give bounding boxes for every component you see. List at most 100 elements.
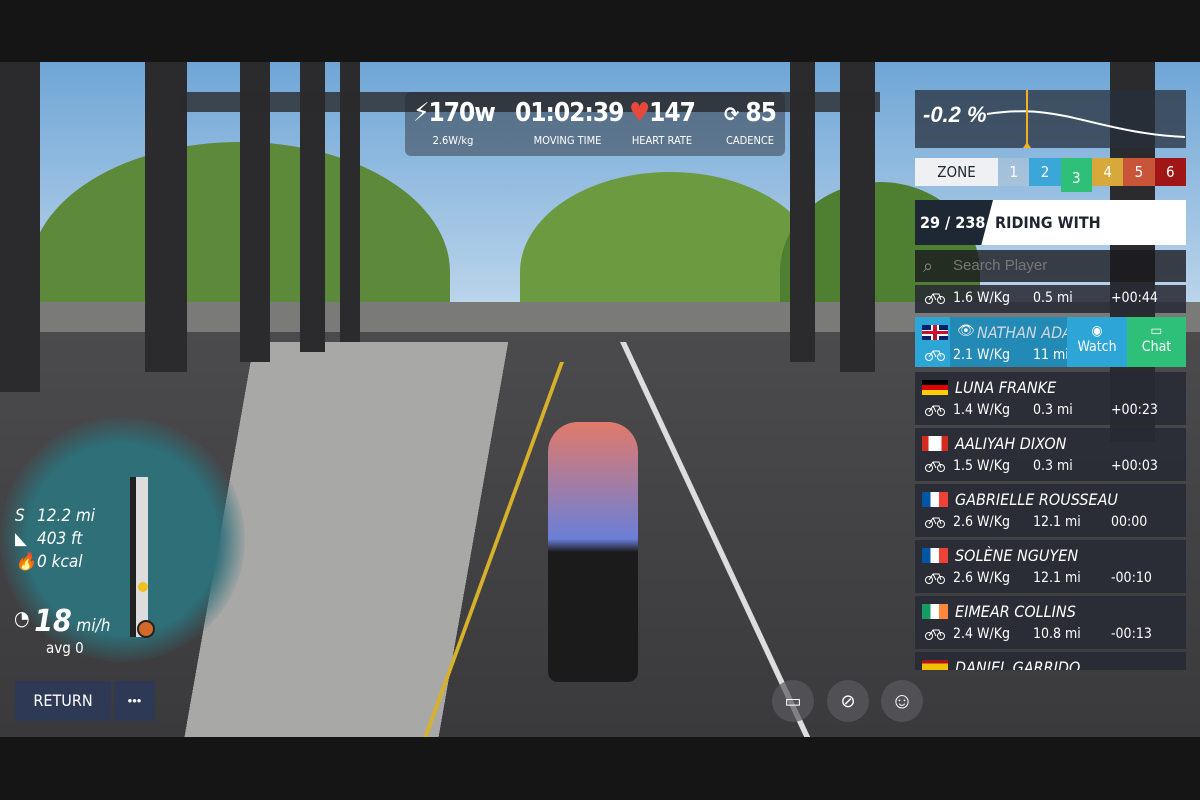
more-button[interactable]: ••• [114, 681, 155, 721]
chat-button[interactable]: ▭ [772, 680, 814, 722]
emoji-button[interactable]: ☺ [881, 680, 923, 722]
rider-wkg: 1.5 W/Kg [953, 458, 1010, 474]
flag-fr-icon [922, 548, 948, 563]
chat-icon: ▭ [784, 691, 802, 711]
distance-icon: S [15, 506, 25, 526]
zone-2: 2 [1029, 158, 1061, 186]
bike-icon [925, 629, 945, 640]
rider-row[interactable]: AALIYAH DIXON 1.5 W/Kg 0.3 mi +00:03 [915, 428, 1186, 481]
calories-icon: 🔥 [15, 552, 37, 572]
flag-ie-icon [922, 604, 948, 619]
bike-icon [925, 517, 945, 528]
bike-icon [925, 405, 945, 416]
search-player-input[interactable]: ⌕ Search Player [915, 250, 1186, 282]
speedometer-icon: ◔ [14, 606, 30, 630]
rider-name: DANIEL GARRIDO [955, 658, 1081, 670]
rider-row[interactable]: EIMEAR COLLINS 2.4 W/Kg 10.8 mi -00:13 [915, 596, 1186, 649]
flag-de-icon [922, 380, 948, 395]
cyclist-avatar [548, 422, 638, 682]
ride-stats: S 12.2 mi ◣ 403 ft 🔥0 kcal [15, 505, 95, 574]
watch-label: Watch [1077, 339, 1117, 355]
grade-profile: -0.2 % [915, 90, 1186, 148]
bike-icon [925, 293, 945, 304]
elevation-value: 403 ft [37, 529, 83, 549]
rider-distance: 10.8 mi [1033, 626, 1081, 642]
bike-icon [925, 573, 945, 584]
mic-off-icon: ⊘ [840, 691, 856, 711]
metrics-bar: ⚡170w 2.6W/kg 01:02:39 MOVING TIME ♥147 HEA… [405, 92, 785, 156]
rider-wkg: 2.6 W/Kg [953, 514, 1010, 530]
search-placeholder: Search Player [953, 257, 1048, 274]
zone-3: 3 [1060, 158, 1092, 192]
eye-icon: ◉ [1091, 323, 1103, 339]
rider-wkg: 2.6 W/Kg [953, 570, 1010, 586]
cadence-value: 85 [745, 98, 777, 128]
riding-with-header: 29 / 238 RIDING WITH [915, 200, 1186, 245]
rider-wkg: 2.1 W/Kg [953, 347, 1010, 363]
rider-distance: 0.3 mi [1033, 458, 1073, 474]
rider-wkg: 1.4 W/Kg [953, 402, 1010, 418]
smiley-icon: ☺ [890, 688, 914, 713]
avg-speed: avg 0 [46, 639, 84, 657]
rider-wkg: 2.4 W/Kg [953, 626, 1010, 642]
zone-5: 5 [1123, 158, 1155, 186]
rider-row[interactable]: 1.6 W/Kg 0.5 mi +00:44 [915, 285, 1186, 313]
eye-icon: 👁 [957, 323, 975, 339]
zone-6: 6 [1154, 158, 1186, 186]
flag-gb-icon [922, 325, 948, 340]
zone-1: 1 [998, 158, 1030, 186]
rider-gap: -00:10 [1111, 570, 1152, 586]
search-icon: ⌕ [923, 256, 934, 276]
moving-time-value: 01:02:39 [515, 98, 624, 128]
heart-icon: ♥ [629, 98, 650, 128]
bike-icon [925, 350, 945, 361]
rider-position: 29 / 238 [915, 200, 993, 245]
rider-gap: -00:13 [1111, 626, 1152, 642]
rider-name: AALIYAH DIXON [955, 434, 1067, 453]
rider-wkg: 1.6 W/Kg [953, 290, 1010, 306]
flag-es-icon [922, 660, 948, 670]
rider-row[interactable]: GABRIELLE ROUSSEAU 2.6 W/Kg 12.1 mi 00:00 [915, 484, 1186, 537]
elevation-icon: ◣ [15, 529, 27, 549]
watch-button[interactable]: ◉ Watch [1067, 317, 1127, 367]
rider-distance: 0.5 mi [1033, 290, 1073, 306]
rider-row[interactable]: SOLÈNE NGUYEN 2.6 W/Kg 12.1 mi -00:10 [915, 540, 1186, 593]
rider-name: SOLÈNE NGUYEN [955, 546, 1079, 565]
chat-rider-button[interactable]: ▭ Chat [1127, 317, 1186, 367]
rider-gap: 00:00 [1111, 514, 1148, 530]
rider-name: LUNA FRANKE [955, 378, 1057, 397]
bike-icon [925, 461, 945, 472]
zone-label: ZONE [915, 158, 998, 186]
moving-time-label: MOVING TIME [533, 134, 602, 147]
letterbox-bottom [0, 737, 1200, 800]
flag-fr-icon [922, 492, 948, 507]
cadence-icon: ⟳ [724, 102, 739, 126]
riding-with-title: RIDING WITH [995, 213, 1101, 232]
rider-name: GABRIELLE ROUSSEAU [955, 490, 1118, 509]
chat-icon: ▭ [1150, 323, 1163, 339]
return-button[interactable]: RETURN [15, 681, 111, 721]
rider-name: EIMEAR COLLINS [955, 602, 1076, 621]
calories-value: 0 kcal [37, 552, 83, 572]
rider-distance: 0.3 mi [1033, 402, 1073, 418]
heart-rate-label: HEART RATE [631, 134, 693, 147]
rider-gap: +00:03 [1111, 458, 1158, 474]
wkg-value: 2.6W/kg [432, 134, 474, 147]
rider-row[interactable]: LUNA FRANKE 1.4 W/Kg 0.3 mi +00:23 [915, 372, 1186, 425]
speed-value: 18 [34, 604, 72, 639]
heart-rate-value: 147 [649, 98, 696, 128]
chat-label: Chat [1141, 339, 1172, 355]
rider-distance: 12.1 mi [1033, 570, 1081, 586]
rider-gap: +00:23 [1111, 402, 1158, 418]
rider-gap: +00:44 [1111, 290, 1158, 306]
rider-row[interactable]: DANIEL GARRIDO [915, 652, 1186, 670]
flag-ca-icon [922, 436, 948, 451]
rider-row[interactable]: NATHAN ADAM 2.1 W/Kg 11 mi 👁 ◉ Watch ▭ Chat [915, 317, 1186, 367]
cadence-label: CADENCE [725, 134, 775, 147]
letterbox-top [0, 0, 1200, 62]
mute-mic-button[interactable]: ⊘ [827, 680, 869, 722]
speed-display: ◔ 18 mi/h avg 0 [14, 604, 110, 657]
zone-4: 4 [1091, 158, 1124, 186]
power-value: 170w [428, 98, 495, 128]
elevation-profile [986, 90, 1186, 148]
